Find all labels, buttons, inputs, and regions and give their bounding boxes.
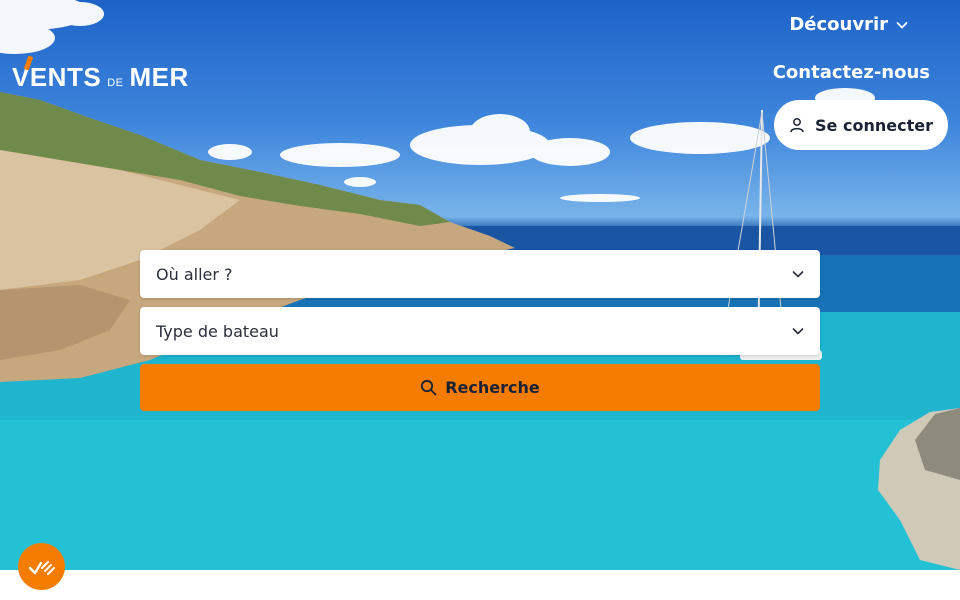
login-button-label: Se connecter — [815, 115, 933, 135]
destination-select[interactable]: Où aller ? — [140, 250, 820, 298]
nav-discover-label: Découvrir — [789, 14, 888, 35]
brand-logo[interactable]: VENTS DE MER — [12, 55, 189, 93]
chevron-down-icon — [792, 328, 804, 335]
boat-type-select-label: Type de bateau — [156, 321, 279, 341]
logo-end-text: MER — [129, 62, 189, 92]
login-button[interactable]: Se connecter — [774, 100, 948, 150]
chevron-down-icon — [792, 271, 804, 278]
boat-type-select[interactable]: Type de bateau — [140, 307, 820, 355]
destination-select-label: Où aller ? — [156, 264, 233, 284]
search-button-label: Recherche — [445, 378, 540, 397]
nav-discover-menu[interactable]: Découvrir — [789, 14, 908, 35]
floating-action-button[interactable] — [18, 543, 65, 590]
logo-small-text: DE — [107, 77, 124, 89]
chevron-down-icon — [896, 21, 908, 28]
search-icon — [421, 379, 437, 396]
nav-contact-link[interactable]: Contactez-nous — [773, 62, 930, 83]
user-icon — [790, 118, 804, 133]
hero-banner: VENTS DE MER Découvrir Contactez-nous Se… — [0, 0, 960, 570]
search-button[interactable]: Recherche — [140, 364, 820, 411]
check-list-icon — [28, 560, 55, 575]
